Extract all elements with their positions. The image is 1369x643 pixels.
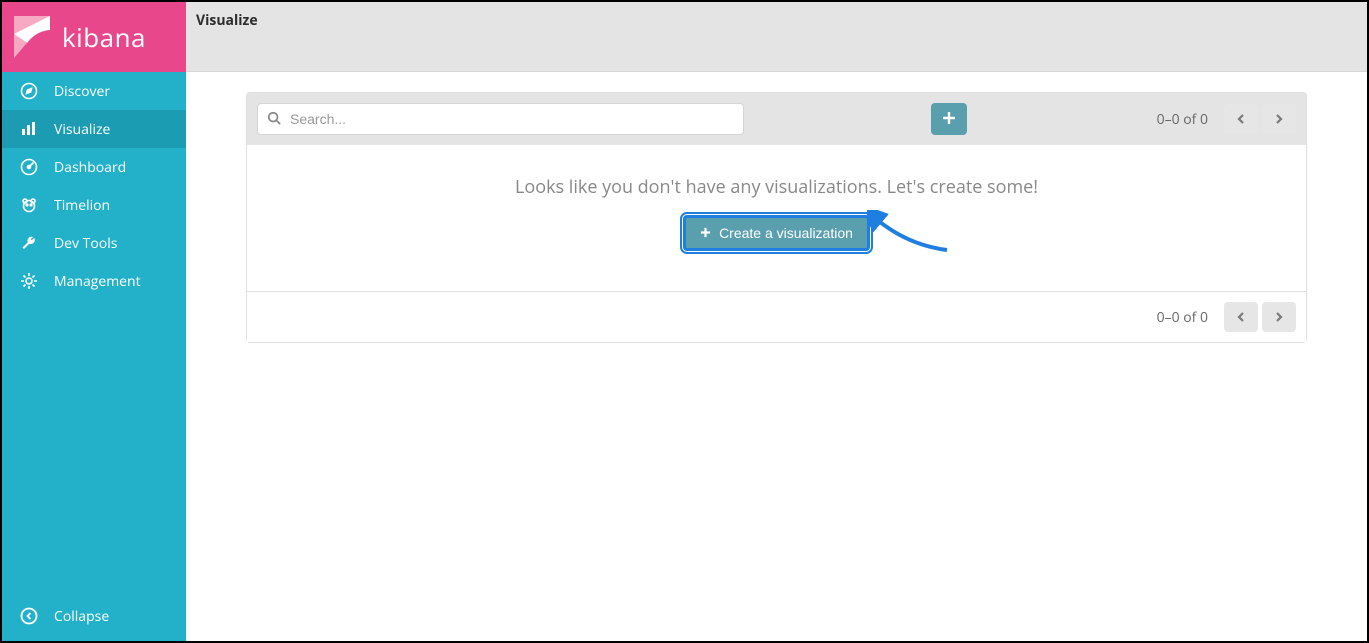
search-input[interactable] (257, 103, 744, 135)
sidebar-collapse-button[interactable]: Collapse (2, 597, 186, 635)
panel-footer: 0–0 of 0 (247, 291, 1306, 342)
pager-prev-button[interactable] (1224, 302, 1258, 332)
pager-top-text: 0–0 of 0 (1157, 110, 1208, 129)
page-title: Visualize (196, 11, 258, 30)
sidebar-item-dashboard[interactable]: Dashboard (2, 148, 186, 186)
search-icon (267, 108, 281, 130)
collapse-icon (20, 607, 38, 625)
topbar: Visualize (186, 2, 1367, 72)
pager-bottom-text: 0–0 of 0 (1157, 308, 1208, 327)
brand-logo[interactable]: kibana (2, 2, 186, 72)
sidebar-item-label: Discover (54, 82, 110, 101)
sidebar-item-label: Management (54, 272, 141, 291)
brand-name: kibana (62, 19, 146, 55)
sidebar-item-label: Visualize (54, 120, 110, 139)
add-visualization-button[interactable] (931, 103, 967, 135)
pager-next-button[interactable] (1262, 104, 1296, 134)
sidebar-item-label: Dev Tools (54, 234, 117, 253)
sidebar-nav: Discover Visualize Dashboard Timelion De… (2, 72, 186, 641)
sidebar-item-visualize[interactable]: Visualize (2, 110, 186, 148)
plus-icon (942, 108, 956, 130)
search-wrap (257, 103, 744, 135)
pager-top: 0–0 of 0 (1157, 104, 1296, 134)
main: Visualize 0–0 of 0 (186, 2, 1367, 641)
pager-next-button[interactable] (1262, 302, 1296, 332)
create-visualization-label: Create a visualization (719, 225, 853, 241)
empty-message: Looks like you don't have any visualizat… (257, 175, 1296, 199)
sidebar-item-label: Dashboard (54, 158, 126, 177)
visualizations-panel: 0–0 of 0 Looks like you don't have any v… (246, 92, 1307, 343)
wrench-icon (20, 234, 38, 252)
plus-icon (700, 225, 711, 241)
sidebar-item-devtools[interactable]: Dev Tools (2, 224, 186, 262)
panel-body: Looks like you don't have any visualizat… (247, 145, 1306, 291)
sidebar-item-discover[interactable]: Discover (2, 72, 186, 110)
content: 0–0 of 0 Looks like you don't have any v… (186, 72, 1367, 363)
panel-header: 0–0 of 0 (247, 93, 1306, 145)
sidebar-item-timelion[interactable]: Timelion (2, 186, 186, 224)
sidebar-item-label: Timelion (54, 196, 110, 215)
gauge-icon (20, 158, 38, 176)
kibana-logo-icon (14, 16, 50, 58)
sidebar-item-management[interactable]: Management (2, 262, 186, 300)
create-visualization-button[interactable]: Create a visualization (683, 215, 870, 251)
annotation-arrow-icon (867, 210, 957, 260)
bear-icon (20, 196, 38, 214)
pager-prev-button[interactable] (1224, 104, 1258, 134)
gear-icon (20, 272, 38, 290)
pager-bottom: 0–0 of 0 (1157, 302, 1296, 332)
sidebar: kibana Discover Visualize Dashboard Time… (2, 2, 186, 641)
sidebar-collapse-label: Collapse (54, 607, 109, 626)
chart-icon (20, 120, 38, 138)
compass-icon (20, 82, 38, 100)
